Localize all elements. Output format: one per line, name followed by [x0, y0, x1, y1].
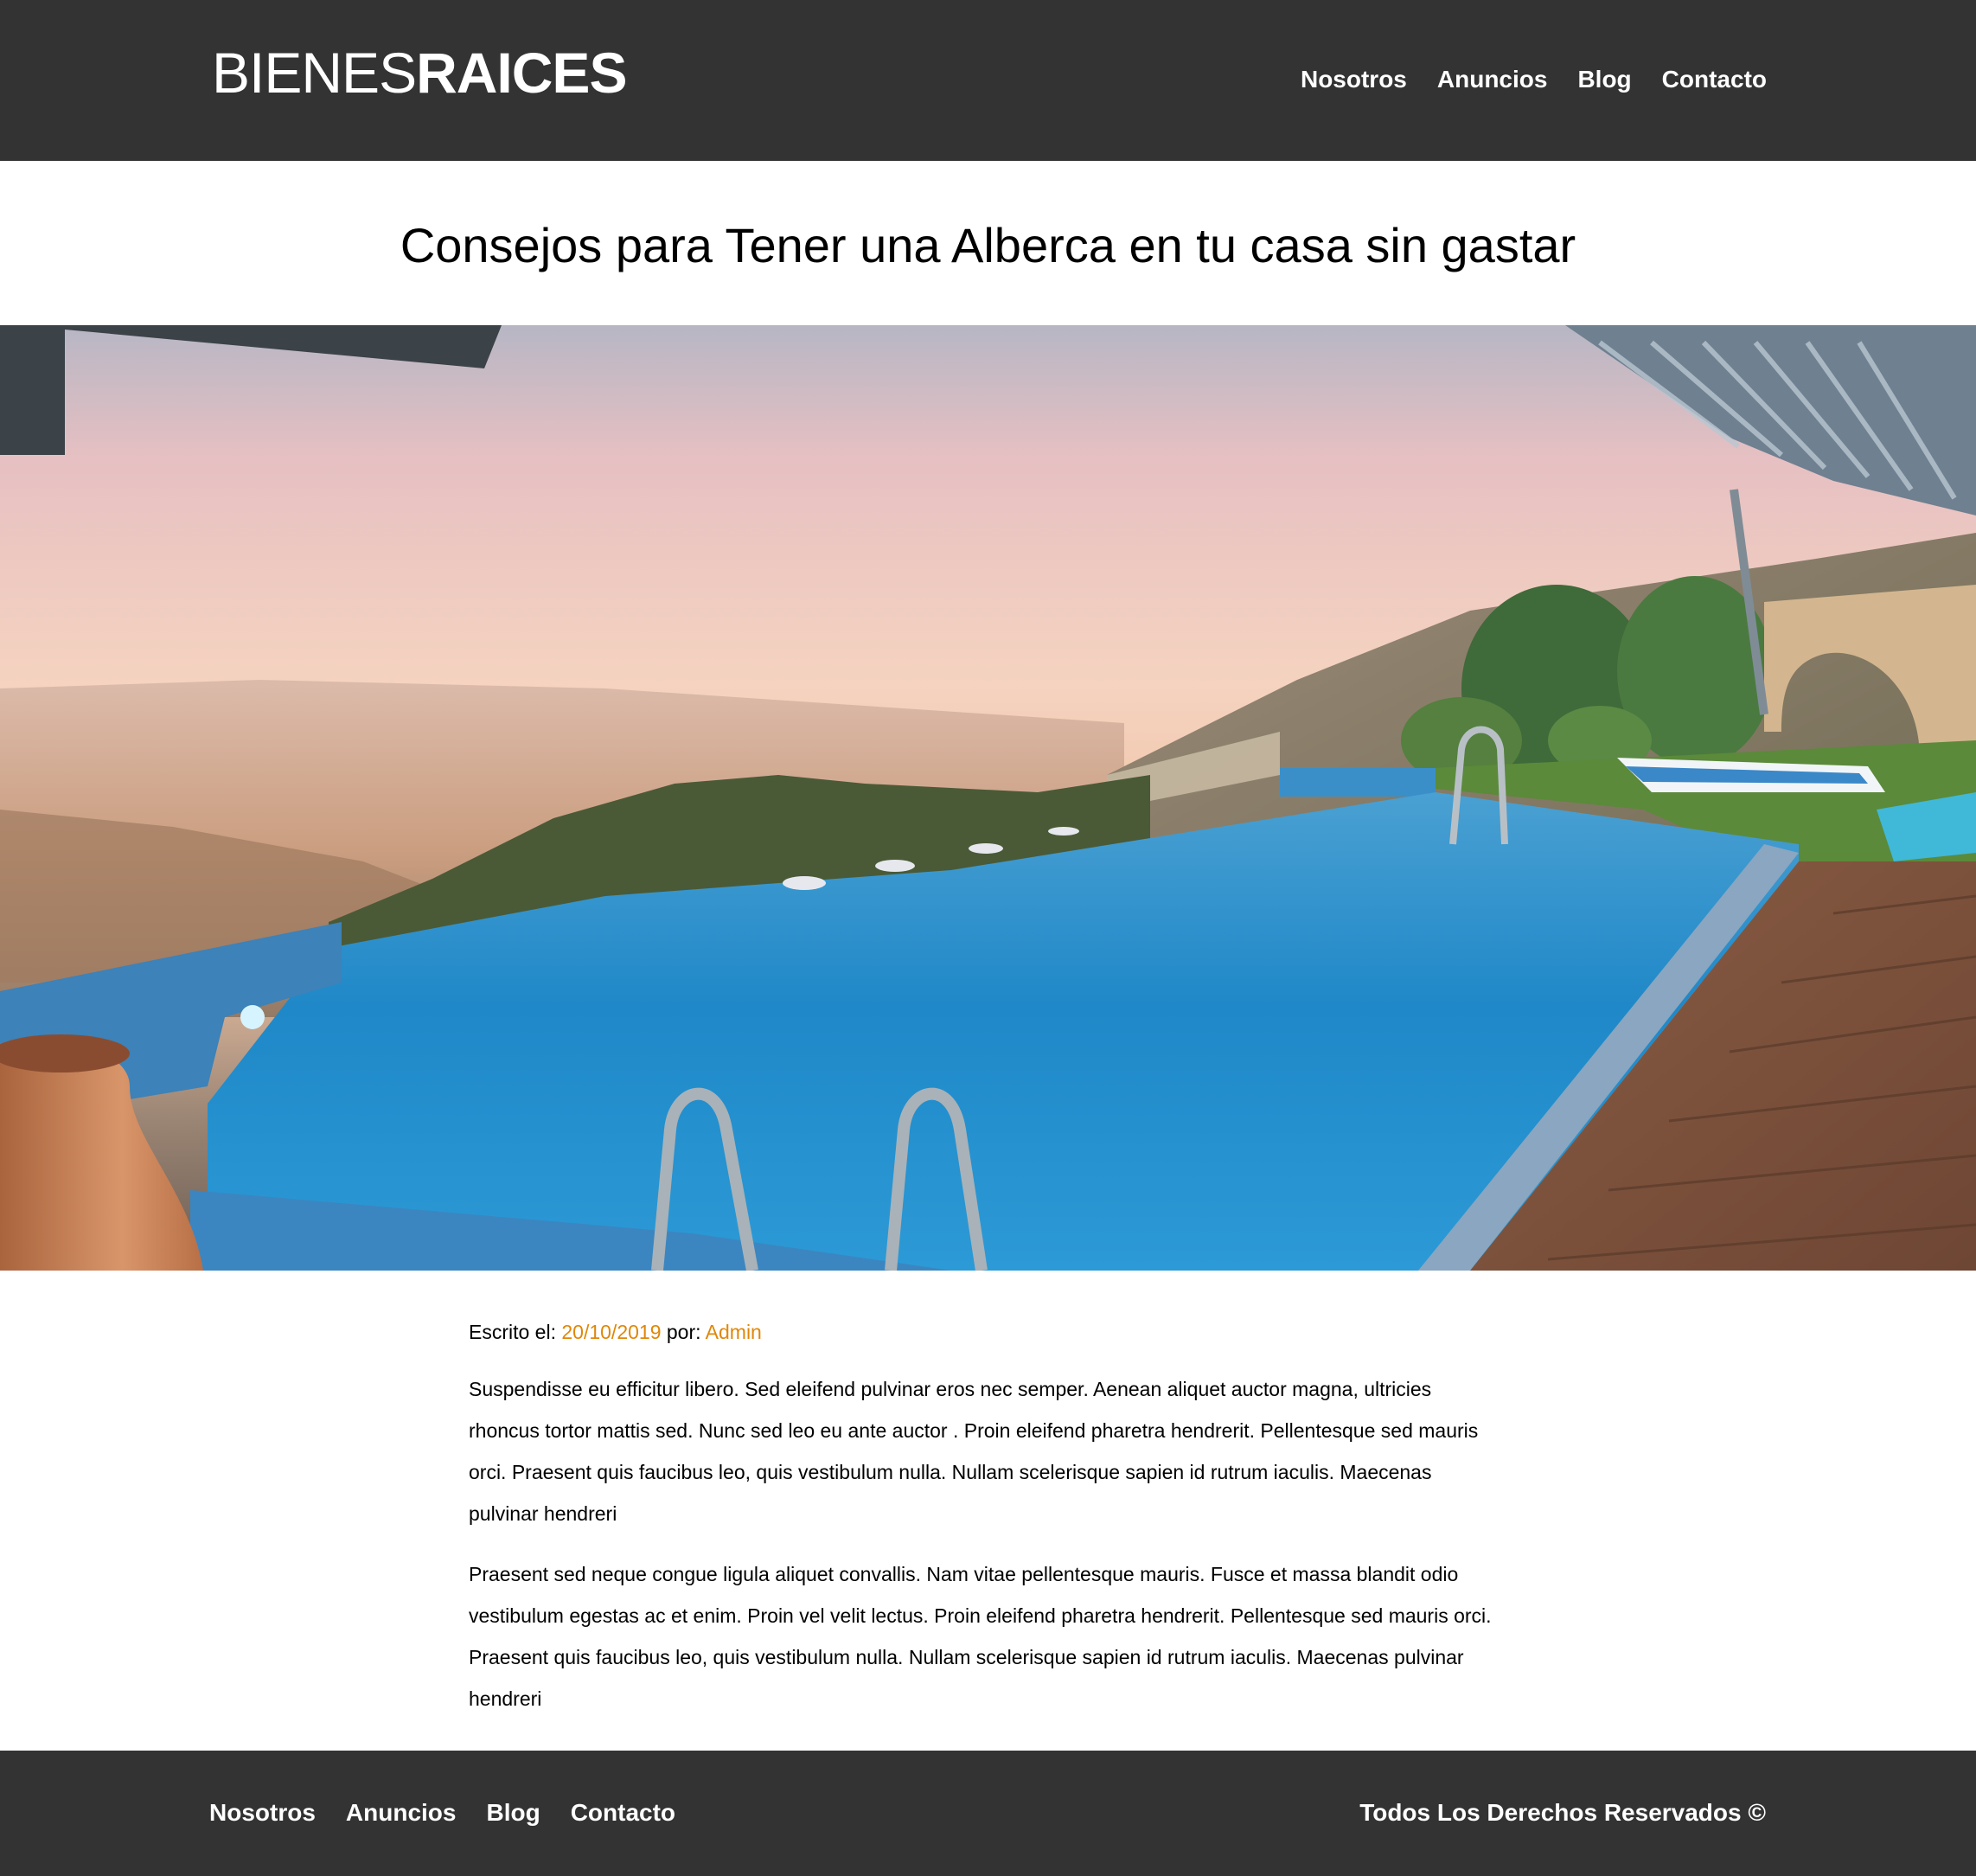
- copyright-text: Todos Los Derechos Reservados ©: [1359, 1799, 1766, 1826]
- logo-text-bold: RAICES: [416, 41, 627, 105]
- meta-written-label: Escrito el:: [469, 1321, 562, 1343]
- post-paragraph: Praesent sed neque congue ligula aliquet…: [469, 1563, 1492, 1710]
- site-footer: Nosotros Anuncios Blog Contacto Todos Lo…: [0, 1751, 1976, 1876]
- footer-nav: Nosotros Anuncios Blog Contacto: [209, 1796, 706, 1830]
- nav-link-nosotros[interactable]: Nosotros: [1301, 62, 1407, 97]
- logo-text-light: BIENES: [212, 41, 417, 105]
- hero-image: [0, 325, 1976, 1271]
- nav-link-contacto[interactable]: Contacto: [1662, 62, 1767, 97]
- post-author: Admin: [705, 1321, 762, 1343]
- post-date: 20/10/2019: [561, 1321, 662, 1343]
- post-meta: Escrito el: 20/10/2019 por: Admin: [469, 1315, 1506, 1349]
- meta-by-label: por:: [661, 1321, 706, 1343]
- page-title: Consejos para Tener una Alberca en tu ca…: [400, 218, 1576, 272]
- site-logo[interactable]: BIENES RAICES: [212, 38, 627, 107]
- main-nav: Nosotros Anuncios Blog Contacto: [1270, 62, 1767, 97]
- nav-link-blog[interactable]: Blog: [1577, 62, 1631, 97]
- nav-link-anuncios[interactable]: Anuncios: [1437, 62, 1548, 97]
- footer-link-blog[interactable]: Blog: [486, 1796, 540, 1830]
- infinity-pool-photo: [0, 325, 1976, 1271]
- footer-link-nosotros[interactable]: Nosotros: [209, 1796, 316, 1830]
- post-paragraph: Suspendisse eu efficitur libero. Sed ele…: [469, 1378, 1479, 1525]
- site-header: BIENES RAICES Nosotros Anuncios Blog Cont…: [0, 0, 1976, 161]
- post-content: Escrito el: 20/10/2019 por: Admin Suspen…: [469, 1315, 1506, 1738]
- footer-link-anuncios[interactable]: Anuncios: [346, 1796, 457, 1830]
- footer-link-contacto[interactable]: Contacto: [571, 1796, 675, 1830]
